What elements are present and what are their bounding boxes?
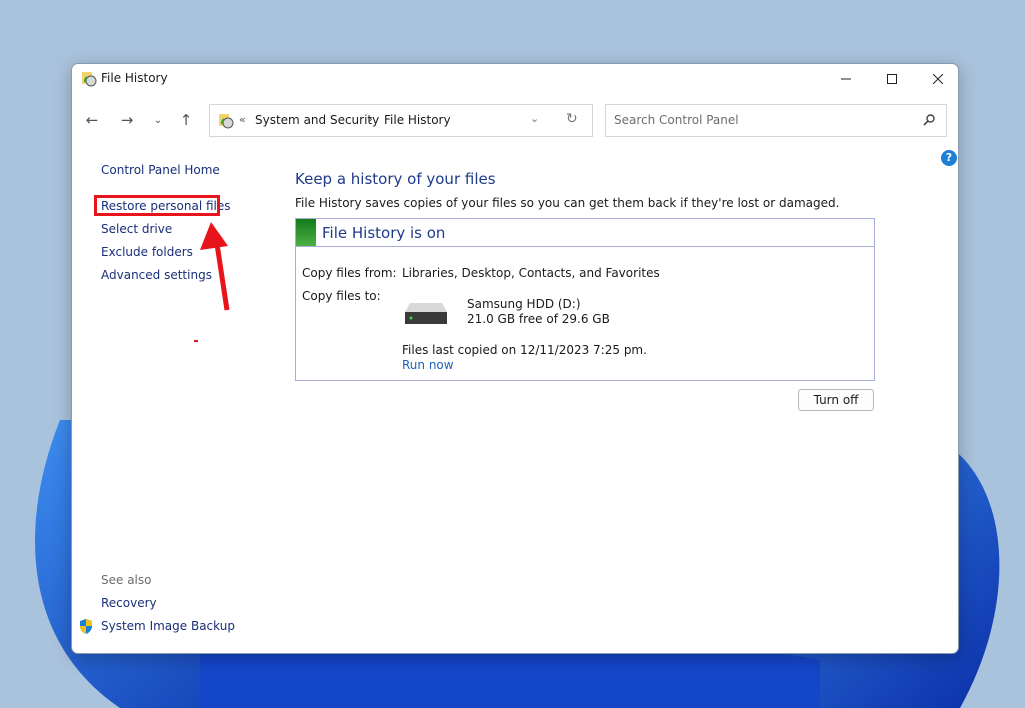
maximize-icon [887, 74, 897, 84]
search-input[interactable] [614, 113, 914, 127]
chevron-down-icon: ⌄ [153, 114, 163, 126]
page-title: Keep a history of your files [295, 170, 496, 188]
last-copied-text: Files last copied on 12/11/2023 7:25 pm. [402, 343, 647, 357]
maximize-button[interactable] [869, 64, 915, 94]
navigation-bar: ← → ⌄ ↑ « System and Security › File His… [72, 102, 958, 138]
window-title: File History [101, 71, 168, 85]
minimize-button[interactable] [823, 64, 869, 94]
arrow-left-icon: ← [85, 111, 99, 129]
annotation-highlight-box [94, 195, 220, 216]
sidebar-exclude-folders[interactable]: Exclude folders [101, 245, 193, 259]
status-indicator [296, 219, 316, 246]
refresh-icon[interactable]: ↻ [566, 111, 578, 127]
drive-name: Samsung HDD (D:) [467, 297, 581, 311]
search-icon[interactable] [922, 113, 936, 127]
address-bar[interactable]: « System and Security › File History ⌄ ↻ [209, 104, 593, 137]
sidebar-recovery[interactable]: Recovery [101, 596, 157, 610]
recent-locations-button[interactable]: ⌄ [146, 108, 170, 132]
shield-icon [80, 619, 92, 634]
sidebar-system-image-backup[interactable]: System Image Backup [101, 619, 235, 633]
close-icon [933, 74, 943, 84]
copy-to-label: Copy files to: [302, 289, 381, 303]
hard-drive-icon [405, 303, 447, 324]
turn-off-button[interactable]: Turn off [798, 389, 874, 411]
help-icon[interactable]: ? [941, 150, 957, 166]
minimize-icon [841, 78, 851, 80]
status-header: File History is on [296, 219, 874, 247]
breadcrumb-system-and-security[interactable]: System and Security [255, 113, 379, 127]
file-history-icon [219, 114, 234, 129]
copy-from-label: Copy files from: [302, 266, 397, 280]
title-bar: File History [72, 64, 958, 94]
sidebar-select-drive[interactable]: Select drive [101, 222, 172, 236]
status-panel: File History is on Copy files from: Libr… [295, 218, 875, 381]
annotation-mark [194, 340, 198, 342]
copy-from-value: Libraries, Desktop, Contacts, and Favori… [402, 266, 660, 280]
search-box[interactable] [605, 104, 947, 137]
arrow-up-icon: ↑ [179, 111, 193, 129]
breadcrumb-separator[interactable]: › [368, 112, 373, 126]
drive-space: 21.0 GB free of 29.6 GB [467, 312, 610, 326]
see-also-heading: See also [101, 573, 152, 587]
breadcrumb-overflow[interactable]: « [239, 113, 246, 126]
file-history-icon [82, 72, 97, 87]
run-now-link[interactable]: Run now [402, 358, 454, 372]
file-history-window: File History ← → ⌄ ↑ « System and Securi… [71, 63, 959, 654]
forward-button[interactable]: → [115, 108, 139, 132]
annotation-arrow-icon [200, 222, 230, 311]
page-description: File History saves copies of your files … [295, 196, 840, 210]
back-button[interactable]: ← [80, 108, 104, 132]
breadcrumb-file-history[interactable]: File History [384, 113, 451, 127]
sidebar-control-panel-home[interactable]: Control Panel Home [101, 163, 220, 177]
arrow-right-icon: → [120, 111, 134, 129]
status-title: File History is on [322, 224, 446, 242]
close-button[interactable] [915, 64, 958, 94]
address-dropdown-chevron-icon[interactable]: ⌄ [530, 112, 539, 125]
up-button[interactable]: ↑ [174, 108, 198, 132]
